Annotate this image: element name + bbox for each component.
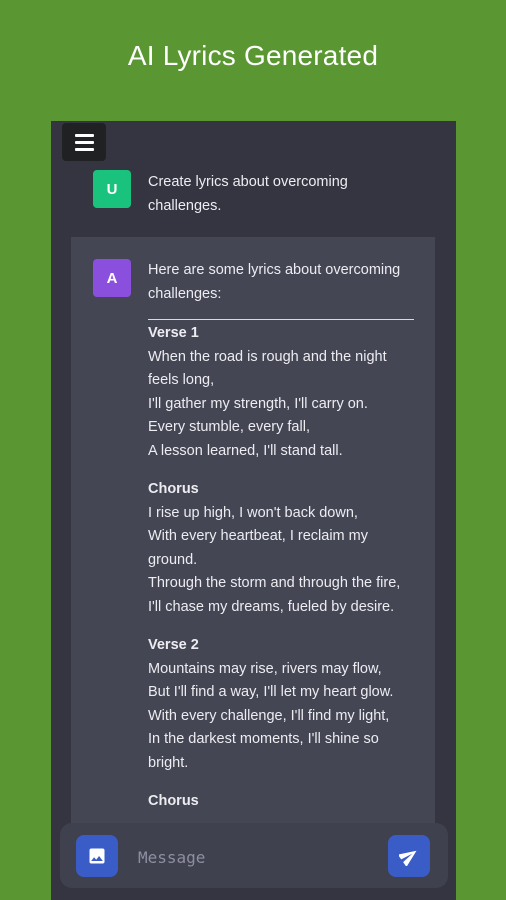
lyrics-line: A lesson learned, I'll stand tall. [148,442,343,459]
lyrics-line: With every challenge, I'll find my light… [148,707,390,724]
user-avatar: U [93,170,131,208]
lyrics-section-title: Chorus [148,793,199,809]
assistant-message-body: Here are some lyrics about overcoming ch… [148,259,418,829]
user-message: U Create lyrics about overcoming challen… [51,121,456,237]
lyrics-line: Every stumble, every fall, [148,419,310,435]
lyrics-section-title: Verse 2 [148,637,199,653]
lyrics-line: Mountains may rise, rivers may flow, [148,660,382,677]
attach-image-button[interactable] [76,835,118,877]
lyrics-section: Chorus I rise up high, I won't back down,… [148,478,418,619]
lyrics-section-title: Chorus [148,481,199,497]
hamburger-menu-icon [74,133,94,137]
assistant-message: A Here are some lyrics about overcoming … [71,237,435,837]
message-composer [60,823,448,888]
lyrics-line: Through the storm and through the fire, [148,575,401,591]
menu-button[interactable] [62,123,106,161]
lyrics-section: Verse 2 Mountains may rise, rivers may fl… [148,634,418,775]
send-button[interactable] [388,835,430,877]
assistant-intro: Here are some lyrics about overcoming ch… [148,262,401,302]
user-message-text: Create lyrics about overcoming challenge… [148,174,348,214]
image-icon [89,848,105,864]
lyrics-line: I'll gather my strength, I'll carry on. [148,395,368,412]
assistant-avatar: A [93,259,131,297]
page-title: AI Lyrics Generated [127,40,379,71]
message-input[interactable] [136,841,380,873]
lyrics-line: When the road is rough and the night fee… [148,348,387,389]
lyrics-section-title: Verse 1 [148,325,199,341]
lyrics-section: Verse 1 When the road is rough and the ni… [148,322,418,463]
chat-window: U Create lyrics about overcoming challen… [51,121,456,900]
lyrics-section: Chorus [148,790,418,814]
send-icon [399,850,417,866]
lyrics-sections: Verse 1 When the road is rough and the ni… [148,322,418,814]
lyrics-line: I'll chase my dreams, fueled by desire. [148,598,395,615]
lyrics-line: In the darkest moments, I'll shine so br… [148,731,379,771]
lyrics-line: I rise up high, I won't back down, [148,504,358,521]
lyrics-line: But I'll find a way, I'll let my heart g… [148,684,394,700]
lyrics-line: With every heartbeat, I reclaim my groun… [148,528,368,568]
divider [148,319,414,320]
